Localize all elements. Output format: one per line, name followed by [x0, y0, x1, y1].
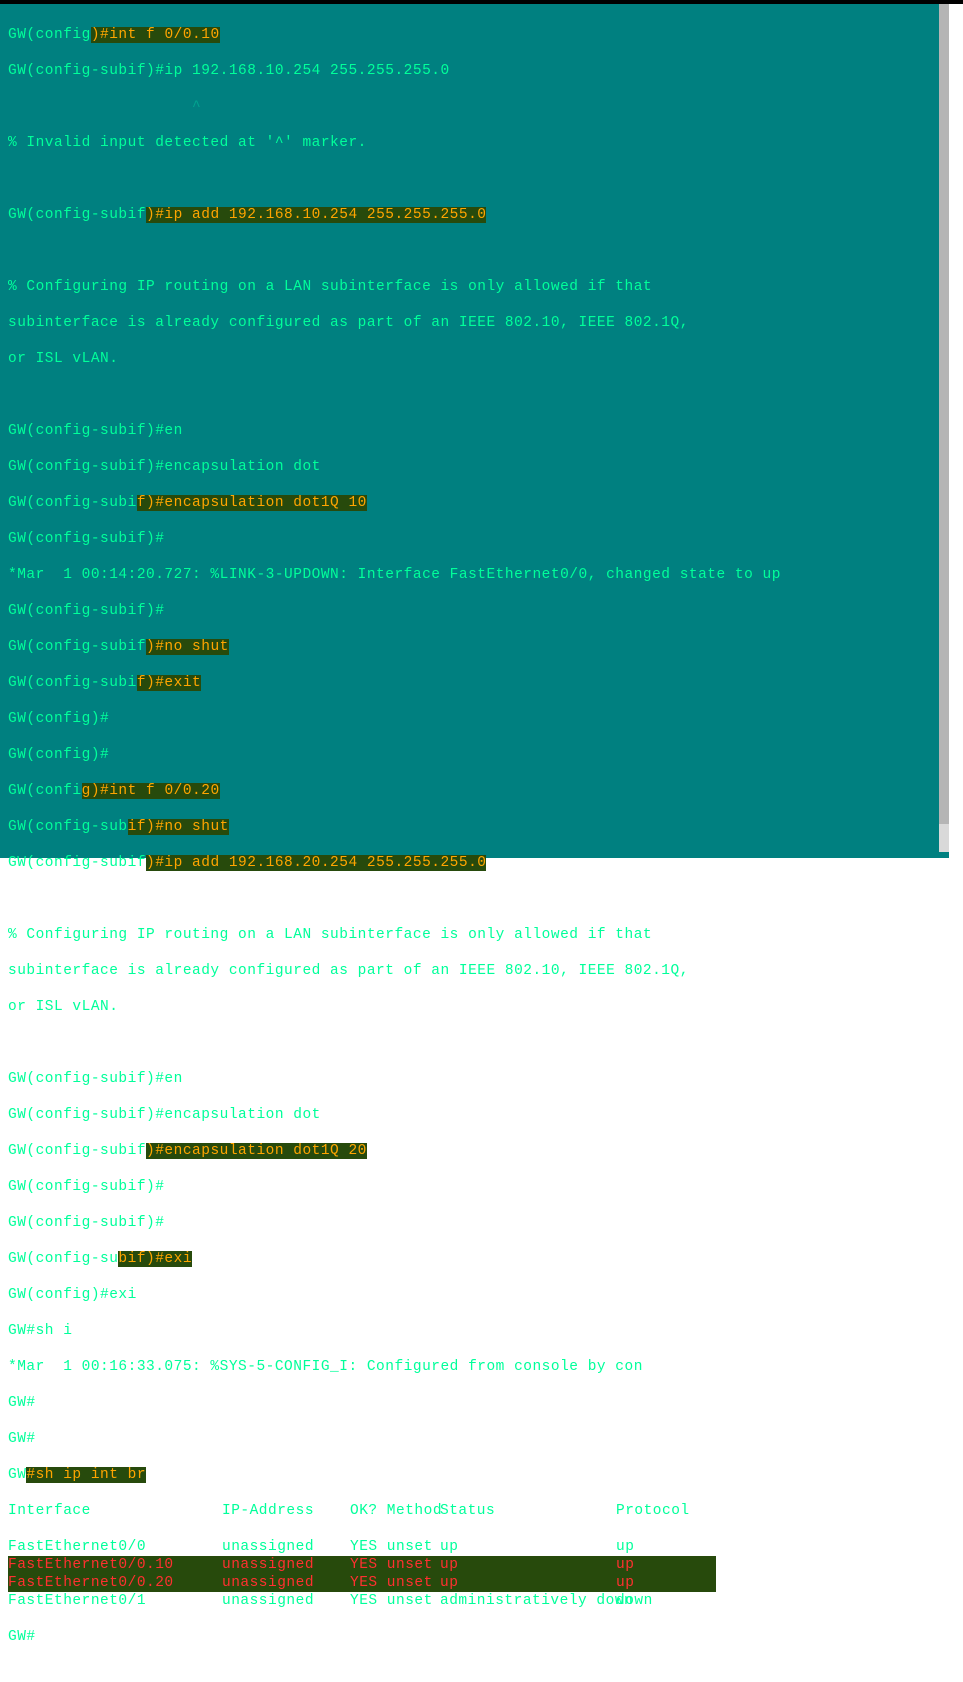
- term-line: GW(config-subif)#ip add 192.168.20.254 2…: [8, 854, 931, 872]
- table-header-row: InterfaceIP-AddressOK? MethodStatusProto…: [8, 1502, 931, 1520]
- term-line: GW(config-subif)#: [8, 1178, 931, 1196]
- term-line: GW(config-subif)#no shut: [8, 818, 931, 836]
- term-line: or ISL vLAN.: [8, 350, 931, 368]
- th-status: Status: [440, 1502, 616, 1520]
- prompt-text: GW(config-subi: [8, 675, 137, 691]
- table-cell: FastEthernet0/0.20: [8, 1574, 222, 1592]
- term-line: [8, 1034, 931, 1052]
- table-body: FastEthernet0/0unassignedYES unsetupupFa…: [8, 1538, 931, 1610]
- cmd-highlight: )#no shut: [146, 639, 229, 655]
- term-line: GW#sh ip int br: [8, 1466, 931, 1484]
- term-line: subinterface is already configured as pa…: [8, 962, 931, 980]
- prompt-text: GW(config-sub: [8, 819, 128, 835]
- table-cell: unassigned: [222, 1592, 350, 1610]
- table-cell: YES unset: [350, 1574, 440, 1592]
- cmd-highlight: #sh ip int br: [26, 1467, 146, 1483]
- table-cell: unassigned: [222, 1574, 350, 1592]
- term-line: GW(config-subif)#ip 192.168.10.254 255.2…: [8, 62, 931, 80]
- prompt-text: GW(confi: [8, 783, 82, 799]
- term-line: GW(config)#exi: [8, 1286, 931, 1304]
- term-line: or ISL vLAN.: [8, 998, 931, 1016]
- table-cell: up: [440, 1538, 616, 1556]
- table-cell: YES unset: [350, 1556, 440, 1574]
- th-proto: Protocol: [616, 1502, 716, 1520]
- term-line: [8, 170, 931, 188]
- table-cell: YES unset: [350, 1592, 440, 1610]
- cmd-highlight: bif)#exi: [118, 1251, 192, 1267]
- term-line: subinterface is already configured as pa…: [8, 314, 931, 332]
- cmd-highlight: if)#no shut: [128, 819, 229, 835]
- table-cell: FastEthernet0/1: [8, 1592, 222, 1610]
- term-line: *Mar 1 00:16:33.075: %SYS-5-CONFIG_I: Co…: [8, 1358, 931, 1376]
- table-cell: up: [616, 1538, 716, 1556]
- table-cell: YES unset: [350, 1538, 440, 1556]
- term-line: [8, 890, 931, 908]
- term-line: GW#: [8, 1430, 931, 1448]
- th-ok: OK? Method: [350, 1502, 440, 1520]
- table-cell: up: [616, 1574, 716, 1592]
- table-cell: up: [616, 1556, 716, 1574]
- scrollbar-track[interactable]: [939, 4, 949, 852]
- term-line: GW(config)#: [8, 710, 931, 728]
- term-line: GW(config-subif)#en: [8, 1070, 931, 1088]
- table-cell: unassigned: [222, 1556, 350, 1574]
- table-cell: up: [440, 1574, 616, 1592]
- table-cell: up: [440, 1556, 616, 1574]
- prompt-text: GW: [8, 1467, 26, 1483]
- term-line: ^: [8, 98, 931, 116]
- term-line: GW(config-subif)#exi: [8, 1250, 931, 1268]
- prompt-text: GW(config-subif: [8, 855, 146, 871]
- prompt-text: GW(config-subif: [8, 1143, 146, 1159]
- table-cell: down: [616, 1592, 716, 1610]
- term-line: GW(config)#int f 0/0.10: [8, 26, 931, 44]
- prompt-text: GW(config-subif: [8, 207, 146, 223]
- term-line: GW(config-subif)#exit: [8, 674, 931, 692]
- term-line: GW(config-subif)#en: [8, 422, 931, 440]
- term-line: GW(config-subif)#encapsulation dot1Q 20: [8, 1142, 931, 1160]
- term-line: GW(config-subif)#encapsulation dot: [8, 1106, 931, 1124]
- cmd-highlight: )#ip add 192.168.10.254 255.255.255.0: [146, 207, 486, 223]
- term-line: GW(config)#int f 0/0.20: [8, 782, 931, 800]
- cmd-highlight: )#encapsulation dot1Q 20: [146, 1143, 367, 1159]
- term-line: GW#: [8, 1628, 931, 1646]
- prompt-text: GW(config-su: [8, 1251, 118, 1267]
- term-line: GW(config-subif)#encapsulation dot: [8, 458, 931, 476]
- th-ip: IP-Address: [222, 1502, 350, 1520]
- cmd-highlight: f)#exit: [137, 675, 201, 691]
- table-row: FastEthernet0/0unassignedYES unsetupup: [8, 1538, 931, 1556]
- table-row: FastEthernet0/0.10unassignedYES unsetupu…: [8, 1556, 931, 1574]
- term-line: % Configuring IP routing on a LAN subint…: [8, 926, 931, 944]
- table-row: FastEthernet0/1unassignedYES unsetadmini…: [8, 1592, 931, 1610]
- term-line: [8, 242, 931, 260]
- term-line: GW#sh i: [8, 1322, 931, 1340]
- cmd-highlight: )#int f 0/0.10: [91, 27, 220, 43]
- term-line: GW#: [8, 1394, 931, 1412]
- table-cell: unassigned: [222, 1538, 350, 1556]
- term-line: GW(config-subif)#: [8, 530, 931, 548]
- prompt-text: GW(config-subif: [8, 639, 146, 655]
- terminal-output[interactable]: GW(config)#int f 0/0.10 GW(config-subif)…: [0, 4, 939, 852]
- term-line: % Configuring IP routing on a LAN subint…: [8, 278, 931, 296]
- term-line: [8, 386, 931, 404]
- term-line: *Mar 1 00:14:20.727: %LINK-3-UPDOWN: Int…: [8, 566, 931, 584]
- term-line: GW(config)#: [8, 746, 931, 764]
- th-interface: Interface: [8, 1502, 222, 1520]
- table-cell: FastEthernet0/0.10: [8, 1556, 222, 1574]
- term-line: GW(config-subif)#: [8, 602, 931, 620]
- scrollbar-thumb[interactable]: [939, 4, 949, 824]
- cmd-highlight: f)#encapsulation dot1Q 10: [137, 495, 367, 511]
- cmd-highlight: g)#int f 0/0.20: [82, 783, 220, 799]
- table-cell: administratively down: [440, 1592, 616, 1610]
- term-line: % Invalid input detected at '^' marker.: [8, 134, 931, 152]
- table-cell: FastEthernet0/0: [8, 1538, 222, 1556]
- term-line: GW(config-subif)#: [8, 1214, 931, 1232]
- terminal-window: GW(config)#int f 0/0.10 GW(config-subif)…: [0, 4, 949, 858]
- prompt-text: GW(config-subi: [8, 495, 137, 511]
- table-row: FastEthernet0/0.20unassignedYES unsetupu…: [8, 1574, 931, 1592]
- term-line: GW(config-subif)#no shut: [8, 638, 931, 656]
- prompt-text: GW(config: [8, 27, 91, 43]
- term-line: GW(config-subif)#ip add 192.168.10.254 2…: [8, 206, 931, 224]
- term-line: GW(config-subif)#encapsulation dot1Q 10: [8, 494, 931, 512]
- cmd-highlight: )#ip add 192.168.20.254 255.255.255.0: [146, 855, 486, 871]
